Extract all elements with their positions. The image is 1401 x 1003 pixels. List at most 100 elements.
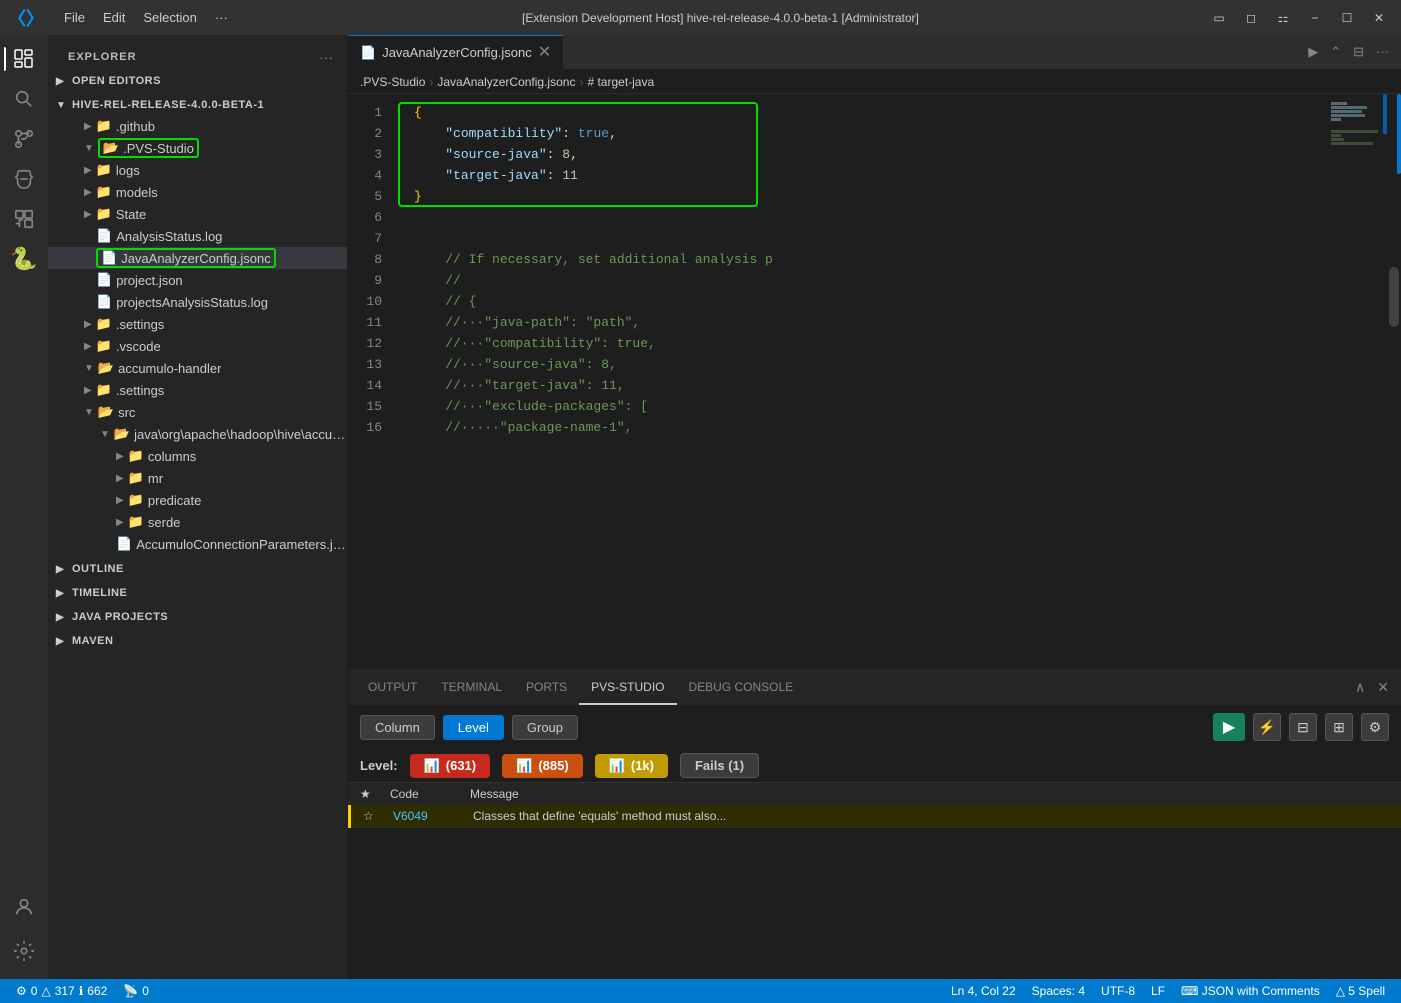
open-editors-header[interactable]: ▶ OPEN EDITORS: [48, 71, 347, 91]
row-star-1[interactable]: ☆: [363, 809, 393, 823]
minimize-btn[interactable]: −: [1301, 7, 1329, 29]
pvs-settings-btn[interactable]: ⚙: [1361, 713, 1389, 741]
tree-item-vscode[interactable]: ▶ 📁 .vscode: [48, 335, 347, 357]
outline-header[interactable]: ▶ OUTLINE: [48, 559, 347, 579]
timeline-header[interactable]: ▶ TIMELINE: [48, 583, 347, 603]
status-spell[interactable]: △ 5 Spell: [1328, 984, 1393, 998]
tab-java-analyzer[interactable]: 📄 JavaAnalyzerConfig.jsonc ✕: [348, 35, 564, 70]
status-errors[interactable]: ⚙ 0 △ 317 ℹ 662: [8, 979, 115, 1003]
menu-edit[interactable]: Edit: [95, 8, 133, 27]
terminal-tab[interactable]: TERMINAL: [429, 670, 514, 705]
root-chevron: ▼: [56, 100, 68, 111]
accounts-activity-icon[interactable]: [4, 887, 44, 927]
debug-activity-icon[interactable]: [4, 159, 44, 199]
tree-item-logs[interactable]: ▶ 📁 logs: [48, 159, 347, 181]
settings-activity-icon[interactable]: [4, 931, 44, 971]
warning-icon: △: [41, 984, 50, 998]
level-badge-1k[interactable]: 📊 (1k): [595, 754, 668, 778]
tree-item-accumulo-params[interactable]: 📄 AccumuloConnectionParameters.java: [48, 533, 347, 555]
table-row[interactable]: ☆ V6049 Classes that define 'equals' met…: [348, 805, 1401, 828]
explorer-activity-icon[interactable]: [4, 39, 44, 79]
columns-folder-icon: 📁: [128, 448, 144, 464]
layout-btn[interactable]: ▭: [1205, 7, 1233, 29]
python-activity-icon[interactable]: 🐍: [4, 239, 44, 279]
tree-item-serde[interactable]: ▶ 📁 serde: [48, 511, 347, 533]
tree-item-accumulo-handler[interactable]: ▼ 📂 accumulo-handler: [48, 357, 347, 379]
sidebar-more-actions[interactable]: ···: [317, 47, 335, 67]
tree-item-project-json[interactable]: 📄 project.json: [48, 269, 347, 291]
java-projects-header[interactable]: ▶ JAVA PROJECTS: [48, 607, 347, 627]
maven-header[interactable]: ▶ MAVEN: [48, 631, 347, 651]
editor-right: 📄 JavaAnalyzerConfig.jsonc ✕ ▶ ⌃ ⊟ ··· .…: [348, 35, 1401, 979]
ports-tab[interactable]: PORTS: [514, 670, 579, 705]
language-text: ⌨ JSON with Comments: [1181, 984, 1320, 998]
menu-file[interactable]: File: [56, 8, 93, 27]
run-btn[interactable]: ▶: [1304, 42, 1322, 62]
spaces-text: Spaces: 4: [1032, 984, 1085, 998]
breadcrumb-pvs[interactable]: .PVS-Studio: [360, 75, 425, 89]
panels-btn[interactable]: ⚏: [1269, 7, 1297, 29]
toggle-panel-btn[interactable]: ⊟: [1349, 42, 1368, 62]
breadcrumb-file[interactable]: JavaAnalyzerConfig.jsonc: [437, 75, 575, 89]
tree-item-github[interactable]: ▶ 📁 .github: [48, 115, 347, 137]
tree-item-java-analyzer[interactable]: 📄 JavaAnalyzerConfig.jsonc: [48, 247, 347, 269]
breadcrumb-target[interactable]: # target-java: [587, 75, 654, 89]
tree-item-state[interactable]: ▶ 📁 State: [48, 203, 347, 225]
source-control-activity-icon[interactable]: [4, 119, 44, 159]
tree-item-settings[interactable]: ▶ 📁 .settings: [48, 313, 347, 335]
timeline-chevron: ▶: [56, 588, 68, 599]
editor-scrollbar[interactable]: [1387, 94, 1401, 669]
pvs-studio-label: .PVS-Studio: [123, 141, 194, 156]
tab-close-btn[interactable]: ✕: [538, 45, 551, 61]
warning-count: 317: [55, 984, 75, 998]
search-activity-icon[interactable]: [4, 79, 44, 119]
extensions-activity-icon[interactable]: [4, 199, 44, 239]
menu-more[interactable]: ···: [207, 8, 236, 27]
tree-item-mr[interactable]: ▶ 📁 mr: [48, 467, 347, 489]
tree-item-predicate[interactable]: ▶ 📁 predicate: [48, 489, 347, 511]
analysis-status-label: AnalysisStatus.log: [116, 229, 222, 244]
pvs-row-1[interactable]: ☆ V6049 Classes that define 'equals' met…: [351, 805, 1401, 828]
panel-maximize-icon[interactable]: ∧: [1351, 677, 1369, 698]
menu-selection[interactable]: Selection: [135, 8, 204, 27]
more-actions-btn[interactable]: ···: [1372, 42, 1393, 62]
root-header[interactable]: ▼ HIVE-REL-RELEASE-4.0.0-BETA-1: [48, 95, 347, 115]
split-editor-btn[interactable]: ⌃: [1326, 42, 1345, 62]
status-eol[interactable]: LF: [1143, 984, 1173, 998]
tree-item-src[interactable]: ▼ 📂 src: [48, 401, 347, 423]
menu-bar: File Edit Selection ···: [56, 8, 236, 27]
tree-item-java-path[interactable]: ▼ 📂 java\org\apache\hadoop\hive\accumulo: [48, 423, 347, 445]
split-btn[interactable]: ◻: [1237, 7, 1265, 29]
pvs-run-button[interactable]: ▶: [1213, 713, 1245, 741]
tree-item-settings-2[interactable]: ▶ 📁 .settings: [48, 379, 347, 401]
pvs-flash-btn[interactable]: ⚡: [1253, 713, 1281, 741]
close-btn[interactable]: ✕: [1365, 7, 1393, 29]
level-badge-fails[interactable]: Fails (1): [680, 753, 759, 778]
level-btn[interactable]: Level: [443, 715, 504, 740]
root-section: ▼ HIVE-REL-RELEASE-4.0.0-BETA-1 ▶ 📁 .git…: [48, 95, 347, 555]
column-btn[interactable]: Column: [360, 715, 435, 740]
status-language[interactable]: ⌨ JSON with Comments: [1173, 984, 1328, 998]
debug-console-tab[interactable]: DEBUG CONSOLE: [677, 670, 806, 705]
pvs-copy-btn[interactable]: ⊟: [1289, 713, 1317, 741]
message-header: Message: [470, 787, 1389, 801]
scrollbar-thumb[interactable]: [1389, 267, 1399, 327]
tree-item-analysis-status[interactable]: 📄 AnalysisStatus.log: [48, 225, 347, 247]
maximize-btn[interactable]: ☐: [1333, 7, 1361, 29]
status-spaces[interactable]: Spaces: 4: [1024, 984, 1093, 998]
status-signal[interactable]: 📡 0: [115, 979, 157, 1003]
level-badge-885[interactable]: 📊 (885): [502, 754, 583, 778]
pvs-export-btn[interactable]: ⊞: [1325, 713, 1353, 741]
tree-item-columns[interactable]: ▶ 📁 columns: [48, 445, 347, 467]
tree-item-models[interactable]: ▶ 📁 models: [48, 181, 347, 203]
tree-item-projects-analysis[interactable]: 📄 projectsAnalysisStatus.log: [48, 291, 347, 313]
code-area[interactable]: { "compatibility": true, "source-java": …: [398, 94, 1327, 669]
panel-close-icon[interactable]: ✕: [1373, 677, 1393, 698]
pvs-studio-tab[interactable]: PVS-STUDIO: [579, 670, 676, 705]
level-badge-631[interactable]: 📊 (631): [410, 754, 491, 778]
tree-item-pvs-studio[interactable]: ▼ 📂 .PVS-Studio: [48, 137, 347, 159]
output-tab[interactable]: OUTPUT: [356, 670, 429, 705]
status-encoding[interactable]: UTF-8: [1093, 984, 1143, 998]
status-position[interactable]: Ln 4, Col 22: [943, 984, 1024, 998]
group-btn[interactable]: Group: [512, 715, 578, 740]
